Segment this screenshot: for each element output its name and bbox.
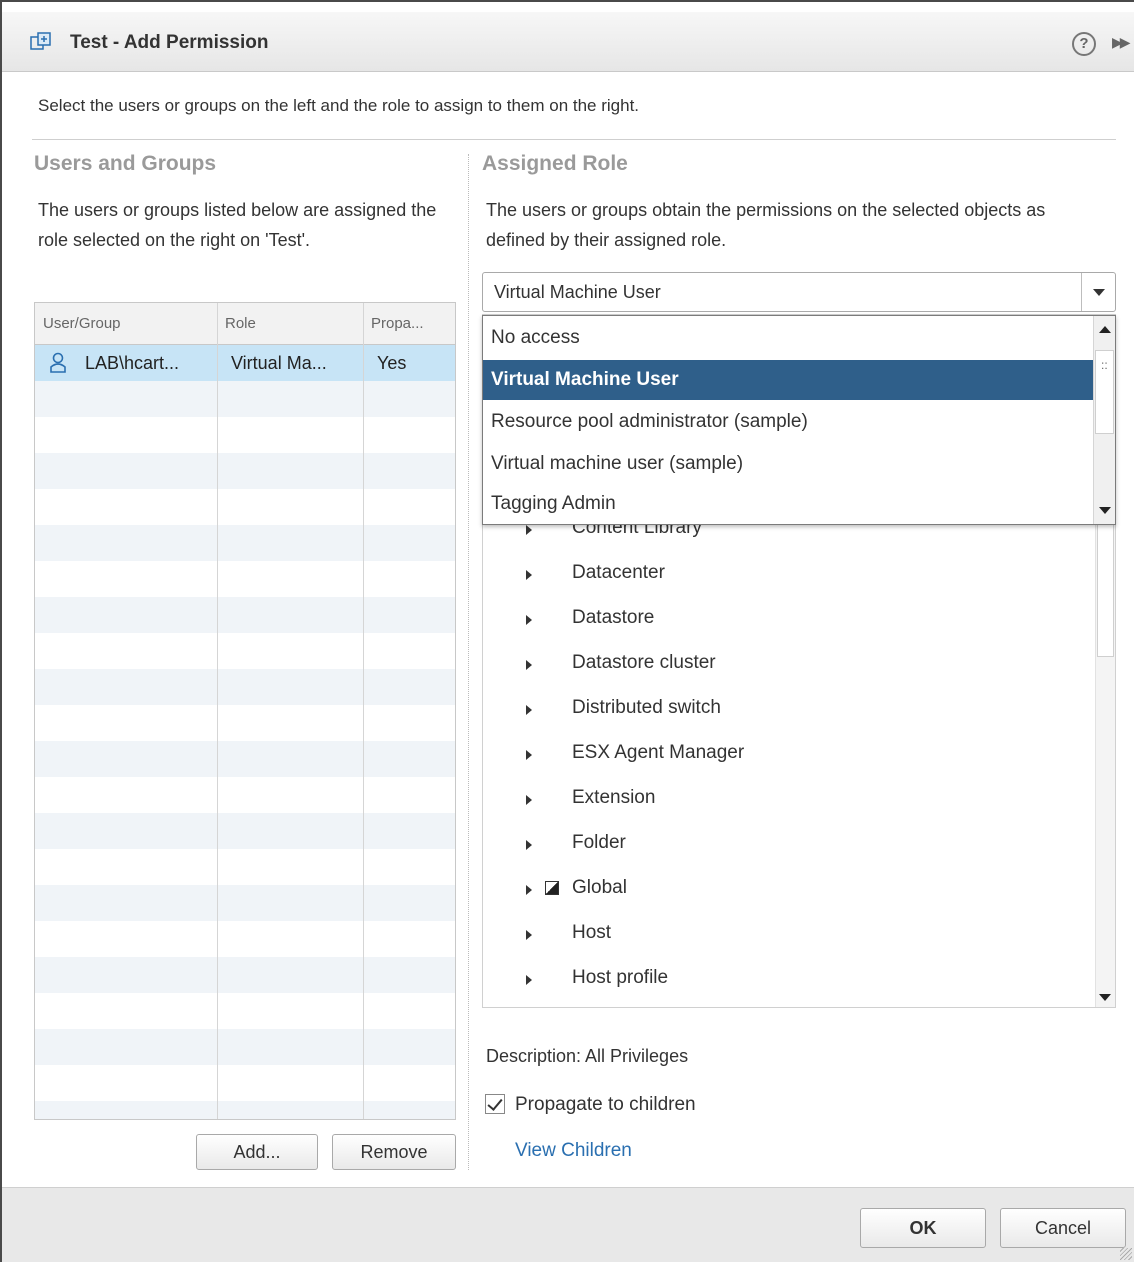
tree-item-esx-agent-manager[interactable]: ESX Agent Manager <box>483 737 1083 773</box>
user-icon <box>50 352 66 373</box>
empty-row <box>35 813 455 849</box>
column-separator[interactable] <box>363 303 364 1119</box>
permission-icon <box>30 32 51 50</box>
tree-item-label: Global <box>572 877 627 898</box>
empty-row <box>35 957 455 993</box>
expand-triangle-icon[interactable] <box>526 795 532 805</box>
tree-item-host-profile[interactable]: Host profile <box>483 962 1083 998</box>
tree-item-label: Datastore cluster <box>572 652 716 673</box>
users-groups-heading: Users and Groups <box>34 152 217 175</box>
dialog-title: Test - Add Permission <box>70 32 269 53</box>
divider <box>32 139 1116 140</box>
role-option-virtual-machine-user[interactable]: Virtual Machine User <box>483 360 1093 400</box>
resize-grip-icon[interactable] <box>1120 1248 1132 1260</box>
tree-item-label: Datastore <box>572 607 655 628</box>
assigned-role-heading: Assigned Role <box>482 152 628 175</box>
role-option-resource-pool-admin[interactable]: Resource pool administrator (sample) <box>483 402 1093 442</box>
expand-triangle-icon[interactable] <box>526 705 532 715</box>
column-header-role[interactable]: Role <box>225 315 256 332</box>
ok-button[interactable]: OK <box>860 1208 986 1248</box>
add-button[interactable]: Add... <box>196 1134 318 1170</box>
role-description: Description: All Privileges <box>486 1046 689 1066</box>
assigned-role-description: The users or groups obtain the permissio… <box>486 200 1046 250</box>
tree-item-folder[interactable]: Folder <box>483 827 1083 863</box>
expand-triangle-icon[interactable] <box>526 840 532 850</box>
empty-row <box>35 669 455 705</box>
role-select-value: Virtual Machine User <box>494 282 661 302</box>
role-dropdown-list: No access Virtual Machine User Resource … <box>482 315 1116 525</box>
scroll-up-icon[interactable] <box>1099 326 1111 333</box>
tree-item-label: Extension <box>572 787 656 808</box>
tree-item-distributed-switch[interactable]: Distributed switch <box>483 692 1083 728</box>
tree-item-label: Host <box>572 922 612 943</box>
expand-triangle-icon[interactable] <box>526 930 532 940</box>
tree-item-datastore[interactable]: Datastore <box>483 602 1083 638</box>
dropdown-scrollbar[interactable]: :: <box>1093 316 1115 524</box>
column-header-propagate[interactable]: Propa... <box>371 315 424 332</box>
view-children-link[interactable]: View Children <box>515 1140 632 1162</box>
cancel-button[interactable]: Cancel <box>1000 1208 1126 1248</box>
tree-item-global[interactable]: Global <box>483 872 1083 908</box>
users-groups-table: User/Group Role Propa... LAB\hcart... Vi… <box>34 302 456 1120</box>
grip-icon: :: <box>1101 358 1108 372</box>
tree-item-label: Datacenter <box>572 562 665 583</box>
dialog-titlebar: Test - Add Permission ? ▶▶ <box>2 12 1134 72</box>
scroll-down-icon[interactable] <box>1099 994 1111 1001</box>
table-row[interactable]: LAB\hcart... Virtual Ma... Yes <box>35 345 455 381</box>
expand-triangle-icon[interactable] <box>526 885 532 895</box>
tree-item-extension[interactable]: Extension <box>483 782 1083 818</box>
role-option-no-access[interactable]: No access <box>483 318 1093 358</box>
role-option-vm-user-sample[interactable]: Virtual machine user (sample) <box>483 444 1093 484</box>
dialog-footer: OK Cancel <box>2 1187 1134 1262</box>
tree-item-label: ESX Agent Manager <box>572 742 745 763</box>
role-cell: Virtual Ma... <box>231 353 327 373</box>
expand-icon[interactable]: ▶▶ <box>1112 34 1130 51</box>
expand-triangle-icon[interactable] <box>526 660 532 670</box>
chevron-down-icon[interactable] <box>1081 273 1115 311</box>
empty-row <box>35 525 455 561</box>
expand-triangle-icon[interactable] <box>526 975 532 985</box>
tree-item-label: Folder <box>572 832 626 853</box>
propagate-checkbox[interactable] <box>485 1094 505 1114</box>
expand-triangle-icon[interactable] <box>526 525 532 535</box>
column-header-user-group[interactable]: User/Group <box>43 315 121 332</box>
add-permission-dialog: Test - Add Permission ? ▶▶ Select the us… <box>0 0 1134 1262</box>
empty-row <box>35 741 455 777</box>
expand-triangle-icon[interactable] <box>526 750 532 760</box>
user-group-cell: LAB\hcart... <box>85 353 180 373</box>
expand-triangle-icon[interactable] <box>526 570 532 580</box>
tree-item-label: Host profile <box>572 967 669 988</box>
tree-item-datacenter[interactable]: Datacenter <box>483 557 1083 593</box>
expand-triangle-icon[interactable] <box>526 615 532 625</box>
tree-item-host[interactable]: Host <box>483 917 1083 953</box>
empty-row <box>35 381 455 417</box>
role-select[interactable]: Virtual Machine User <box>482 272 1116 312</box>
tree-item-datastore-cluster[interactable]: Datastore cluster <box>483 647 1083 683</box>
empty-row <box>35 1029 455 1065</box>
users-groups-description: The users or groups listed below are ass… <box>38 200 437 250</box>
propagate-label[interactable]: Propagate to children <box>515 1094 696 1116</box>
empty-row <box>35 597 455 633</box>
help-icon[interactable]: ? <box>1072 32 1096 56</box>
column-divider <box>468 154 469 1170</box>
empty-row <box>35 453 455 489</box>
table-header: User/Group Role Propa... <box>35 303 455 345</box>
tree-item-label: Distributed switch <box>572 697 721 718</box>
scroll-down-icon[interactable] <box>1099 507 1111 514</box>
instruction-text: Select the users or groups on the left a… <box>38 96 640 115</box>
empty-row <box>35 1101 455 1119</box>
empty-row <box>35 885 455 921</box>
propagate-cell: Yes <box>377 353 407 373</box>
column-separator[interactable] <box>217 303 218 1119</box>
remove-button[interactable]: Remove <box>332 1134 456 1170</box>
role-option-tagging-admin[interactable]: Tagging Admin <box>483 484 1093 524</box>
partial-checkbox-icon[interactable] <box>545 881 559 895</box>
